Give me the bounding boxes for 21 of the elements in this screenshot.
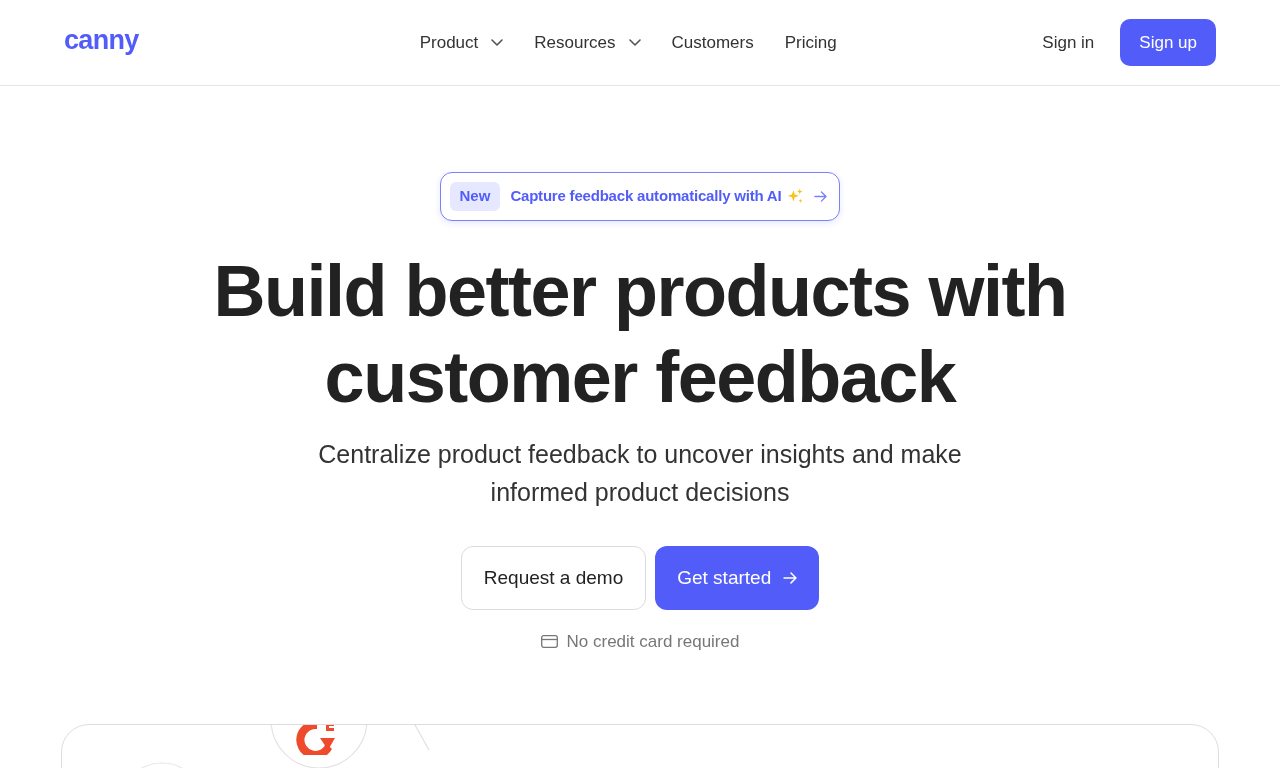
new-tag: New [449,182,501,211]
chevron-down-icon [491,39,504,46]
hero-subtitle: Centralize product feedback to uncover insights and make informed product decisions [317,439,963,508]
nav-link[interactable]: Customers [671,29,754,56]
sign-up-button[interactable]: Sign up [1120,19,1216,66]
logo-link[interactable]: canny [64,27,139,54]
arrow-right-icon [814,190,828,202]
sparkles-icon [787,188,805,205]
announcement-banner[interactable]: New Capture feedback automatically with AI [439,172,841,221]
credit-card-icon [540,635,558,649]
no-credit-card-note: No credit card required [566,631,740,653]
hero-heading: Build better products with customer feedback [212,250,1068,419]
sign-in-link[interactable]: Sign in [1042,29,1095,56]
announcement-text: Capture feedback automatically with AI [510,186,782,207]
chevron-down-icon [628,39,641,46]
nav-link[interactable]: Pricing [784,29,837,56]
request-demo-button[interactable]: Request a demo [460,546,647,610]
get-started-button[interactable]: Get started [655,546,820,610]
nav-menu-link[interactable]: Resources [534,29,641,56]
arrow-right-icon [783,572,798,584]
nav-menu-link[interactable]: Product [419,29,504,56]
